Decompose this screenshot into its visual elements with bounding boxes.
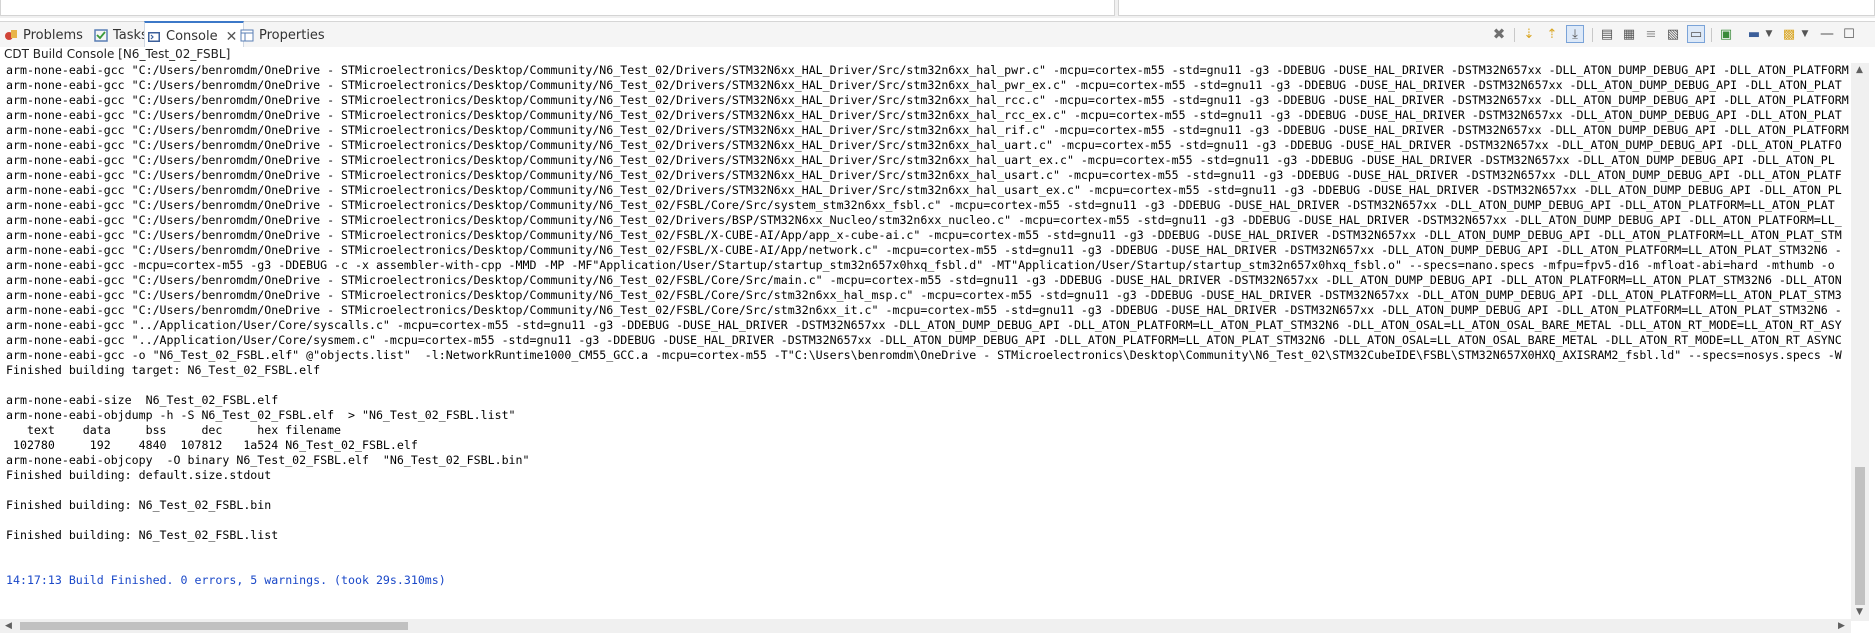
open-console-icon[interactable]: ▣ <box>1717 25 1735 43</box>
editor-pane-left <box>0 0 1115 16</box>
maximize-icon[interactable]: ☐ <box>1840 25 1858 43</box>
chevron-down-icon[interactable]: ▼ <box>1796 25 1814 43</box>
console-line: Finished building: N6_Test_02_FSBL.list <box>6 528 279 542</box>
console-line: arm-none-eabi-size N6_Test_02_FSBL.elf <box>6 393 279 407</box>
console-line: arm-none-eabi-gcc "C:/Users/benromdm/One… <box>6 123 1849 137</box>
console-line: arm-none-eabi-gcc "C:/Users/benromdm/One… <box>6 228 1842 242</box>
toolbar-separator <box>1711 28 1712 42</box>
terminate-icon[interactable]: ✖ <box>1490 25 1508 43</box>
minimize-icon[interactable]: — <box>1818 25 1836 43</box>
console-line: arm-none-eabi-gcc "../Application/User/C… <box>6 318 1842 332</box>
horizontal-scrollbar[interactable]: ◀ ▶ <box>0 619 1851 633</box>
vertical-scrollbar[interactable]: ▲ ▼ <box>1851 63 1869 621</box>
toolbar-separator <box>1514 28 1515 42</box>
tab-problems[interactable]: Problems <box>4 22 83 48</box>
console-line: arm-none-eabi-gcc "C:/Users/benromdm/One… <box>6 273 1842 287</box>
console-output[interactable]: arm-none-eabi-gcc "C:/Users/benromdm/One… <box>0 63 1851 615</box>
tab-label: Console <box>166 29 218 44</box>
scroll-up-icon[interactable]: ▲ <box>1856 65 1863 75</box>
clear-console-icon[interactable]: ▧ <box>1664 25 1682 43</box>
scroll-prev-icon[interactable]: ⇡ <box>1543 25 1561 43</box>
console-line: arm-none-eabi-gcc "C:/Users/benromdm/One… <box>6 138 1842 152</box>
console-line: arm-none-eabi-objdump -h -S N6_Test_02_F… <box>6 408 516 422</box>
scroll-left-icon[interactable]: ◀ <box>5 621 12 631</box>
scroll-down-icon[interactable]: ▼ <box>1856 607 1863 617</box>
console-line: text data bss dec hex filename <box>6 423 342 437</box>
console-line: arm-none-eabi-gcc "C:/Users/benromdm/One… <box>6 168 1842 182</box>
console-line: arm-none-eabi-gcc "C:/Users/benromdm/One… <box>6 288 1842 302</box>
chevron-down-icon[interactable]: ▼ <box>1760 25 1778 43</box>
pin-icon[interactable]: ≡ <box>1642 25 1660 43</box>
scroll-lock-icon[interactable]: ⤓ <box>1566 25 1584 43</box>
console-line: arm-none-eabi-gcc "C:/Users/benromdm/One… <box>6 213 1842 227</box>
tab-label: Tasks <box>113 27 148 43</box>
scroll-next-icon[interactable]: ⇣ <box>1520 25 1538 43</box>
console-line: arm-none-eabi-gcc "C:/Users/benromdm/One… <box>6 243 1842 257</box>
properties-icon <box>240 28 254 42</box>
tab-tasks[interactable]: Tasks <box>94 22 148 48</box>
tab-label: Problems <box>23 27 83 43</box>
console-line: arm-none-eabi-gcc -o "N6_Test_02_FSBL.el… <box>6 348 1842 362</box>
console-icon <box>147 30 161 44</box>
console-line: arm-none-eabi-gcc "C:/Users/benromdm/One… <box>6 183 1842 197</box>
tab-label: Properties <box>259 27 325 43</box>
view-tab-bar: Problems Tasks Console ✕ Properties ✖ ⇣ … <box>0 21 1875 50</box>
console-line: Finished building target: N6_Test_02_FSB… <box>6 363 321 377</box>
problems-icon <box>4 28 18 42</box>
console-line: arm-none-eabi-objcopy -O binary N6_Test_… <box>6 453 530 467</box>
horizontal-scroll-thumb[interactable] <box>20 622 408 630</box>
console-line: arm-none-eabi-gcc "C:/Users/benromdm/One… <box>6 303 1842 317</box>
display-selected-icon[interactable]: ▭ <box>1687 25 1705 43</box>
console-line: arm-none-eabi-gcc "C:/Users/benromdm/One… <box>6 93 1849 107</box>
console-line: Finished building: N6_Test_02_FSBL.bin <box>6 498 272 512</box>
console-line: arm-none-eabi-gcc -mcpu=cortex-m55 -g3 -… <box>6 258 1835 272</box>
console-title: CDT Build Console [N6_Test_02_FSBL] <box>0 47 1875 62</box>
console-line: arm-none-eabi-gcc "C:/Users/benromdm/One… <box>6 63 1849 77</box>
scroll-right-icon[interactable]: ▶ <box>1838 621 1845 631</box>
tab-properties[interactable]: Properties <box>240 22 325 48</box>
editor-area-top <box>0 0 1875 18</box>
console-line: arm-none-eabi-gcc "C:/Users/benromdm/One… <box>6 108 1842 122</box>
console-line: arm-none-eabi-gcc "C:/Users/benromdm/One… <box>6 198 1835 212</box>
vertical-scroll-thumb[interactable] <box>1855 467 1865 605</box>
tab-console[interactable]: Console ✕ <box>144 21 245 50</box>
toolbar-separator <box>1592 28 1593 42</box>
console-line: arm-none-eabi-gcc "C:/Users/benromdm/One… <box>6 78 1842 92</box>
word-wrap-icon[interactable]: ▦ <box>1620 25 1638 43</box>
show-console-icon[interactable]: ▤ <box>1598 25 1616 43</box>
tasks-icon <box>94 28 108 42</box>
console-line: arm-none-eabi-gcc "../Application/User/C… <box>6 333 1842 347</box>
console-line: arm-none-eabi-gcc "C:/Users/benromdm/One… <box>6 153 1835 167</box>
close-icon[interactable]: ✕ <box>226 29 238 45</box>
console-line: 102780 192 4840 107812 1a524 N6_Test_02_… <box>6 438 418 452</box>
console-line: Finished building: default.size.stdout <box>6 468 272 482</box>
editor-pane-right <box>1118 0 1875 16</box>
console-line: 14:17:13 Build Finished. 0 errors, 5 war… <box>6 573 446 587</box>
